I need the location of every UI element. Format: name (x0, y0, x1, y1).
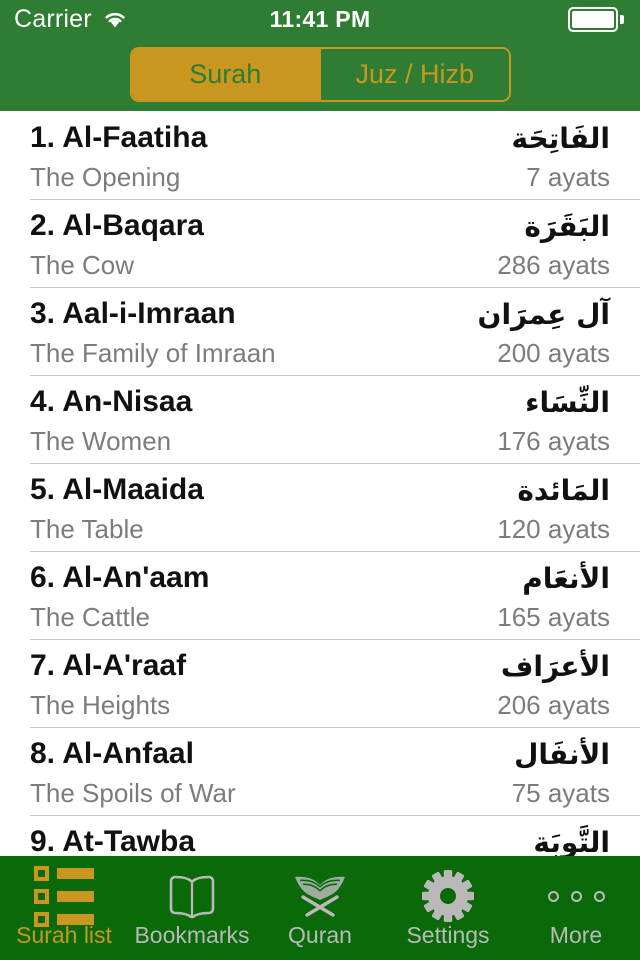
surah-name: 6. Al-An'aam (30, 561, 210, 594)
surah-name: 1. Al-Faatiha (30, 121, 208, 154)
surah-name: 2. Al-Baqara (30, 209, 204, 242)
tab-label: Bookmarks (134, 922, 250, 948)
surah-arabic: النِّسَاء (525, 385, 610, 419)
battery-full-icon (568, 6, 624, 32)
surah-ayats: 200 ayats (497, 337, 610, 368)
tab-label: Quran (288, 922, 352, 948)
surah-meaning: The Heights (30, 689, 171, 720)
surah-meaning: The Cattle (30, 601, 150, 632)
surah-ayats: 7 ayats (526, 161, 610, 192)
surah-arabic: الأنعَام (522, 561, 610, 595)
surah-meaning: The Spoils of War (30, 777, 236, 808)
surah-arabic: التَّوبَة (533, 825, 610, 857)
tab-label: More (549, 922, 603, 948)
surah-list[interactable]: 1. Al-Faatiha الفَاتِحَة The Opening 7 a… (0, 111, 640, 856)
app-screen: Carrier 11:41 PM Surah Juz / Hizb 1. Al-… (0, 0, 640, 960)
surah-meaning: The Women (30, 425, 172, 456)
quran-icon (289, 868, 351, 924)
surah-name: 7. Al-A'raaf (30, 649, 187, 682)
status-bar-right (440, 6, 640, 32)
surah-name: 5. Al-Maaida (30, 473, 204, 506)
surah-name: 4. An-Nisaa (30, 385, 193, 418)
surah-name: 9. At-Tawba (30, 825, 196, 856)
surah-arabic: البَقَرَة (524, 209, 610, 243)
tab-bar: Surah list Bookmarks Quran Settings More (0, 856, 640, 960)
tab-label: Settings (406, 922, 490, 948)
clock-label: 11:41 PM (269, 5, 371, 32)
table-row[interactable]: 7. Al-A'raaf الأعرَاف The Heights 206 ay… (0, 639, 640, 727)
segmented-control[interactable]: Surah Juz / Hizb (129, 47, 511, 102)
table-row[interactable]: 5. Al-Maaida المَائدة The Table 120 ayat… (0, 463, 640, 551)
list-icon (34, 865, 94, 927)
open-book-icon (164, 868, 220, 924)
surah-ayats: 120 ayats (497, 513, 610, 544)
tab-label: Surah list (16, 922, 112, 948)
surah-meaning: The Table (30, 513, 144, 544)
surah-arabic: آل عِمرَان (477, 297, 610, 331)
table-row[interactable]: 4. An-Nisaa النِّسَاء The Women 176 ayat… (0, 375, 640, 463)
table-row[interactable]: 9. At-Tawba التَّوبَة (0, 815, 640, 856)
surah-arabic: الأنفَال (514, 737, 610, 771)
surah-ayats: 165 ayats (497, 601, 610, 632)
segment-juz-hizb[interactable]: Juz / Hizb (321, 49, 509, 100)
surah-ayats: 176 ayats (497, 425, 610, 456)
surah-arabic: الفَاتِحَة (511, 121, 610, 155)
surah-ayats: 75 ayats (511, 777, 610, 808)
surah-ayats: 286 ayats (497, 249, 610, 280)
surah-name: 3. Aal-i-Imraan (30, 297, 236, 330)
gear-icon (421, 868, 475, 924)
status-bar-left: Carrier (0, 5, 200, 34)
more-dots-icon (547, 868, 605, 924)
table-row[interactable]: 1. Al-Faatiha الفَاتِحَة The Opening 7 a… (0, 111, 640, 199)
surah-arabic: المَائدة (517, 473, 610, 507)
tab-surah-list[interactable]: Surah list (0, 856, 128, 960)
status-bar: Carrier 11:41 PM (0, 0, 640, 38)
table-row[interactable]: 8. Al-Anfaal الأنفَال The Spoils of War … (0, 727, 640, 815)
tab-bookmarks[interactable]: Bookmarks (128, 856, 256, 960)
segment-surah[interactable]: Surah (131, 49, 319, 100)
tab-quran[interactable]: Quran (256, 856, 384, 960)
table-row[interactable]: 6. Al-An'aam الأنعَام The Cattle 165 aya… (0, 551, 640, 639)
table-row[interactable]: 3. Aal-i-Imraan آل عِمرَان The Family of… (0, 287, 640, 375)
table-row[interactable]: 2. Al-Baqara البَقَرَة The Cow 286 ayats (0, 199, 640, 287)
tab-settings[interactable]: Settings (384, 856, 512, 960)
surah-ayats: 206 ayats (497, 689, 610, 720)
surah-meaning: The Cow (30, 249, 135, 280)
tab-more[interactable]: More (512, 856, 640, 960)
surah-name: 8. Al-Anfaal (30, 737, 194, 770)
nav-bar: Surah Juz / Hizb (0, 38, 640, 111)
surah-arabic: الأعرَاف (500, 649, 610, 683)
carrier-label: Carrier (14, 4, 92, 33)
surah-meaning: The Opening (30, 161, 181, 192)
surah-meaning: The Family of Imraan (30, 337, 276, 368)
wifi-icon (102, 10, 128, 29)
